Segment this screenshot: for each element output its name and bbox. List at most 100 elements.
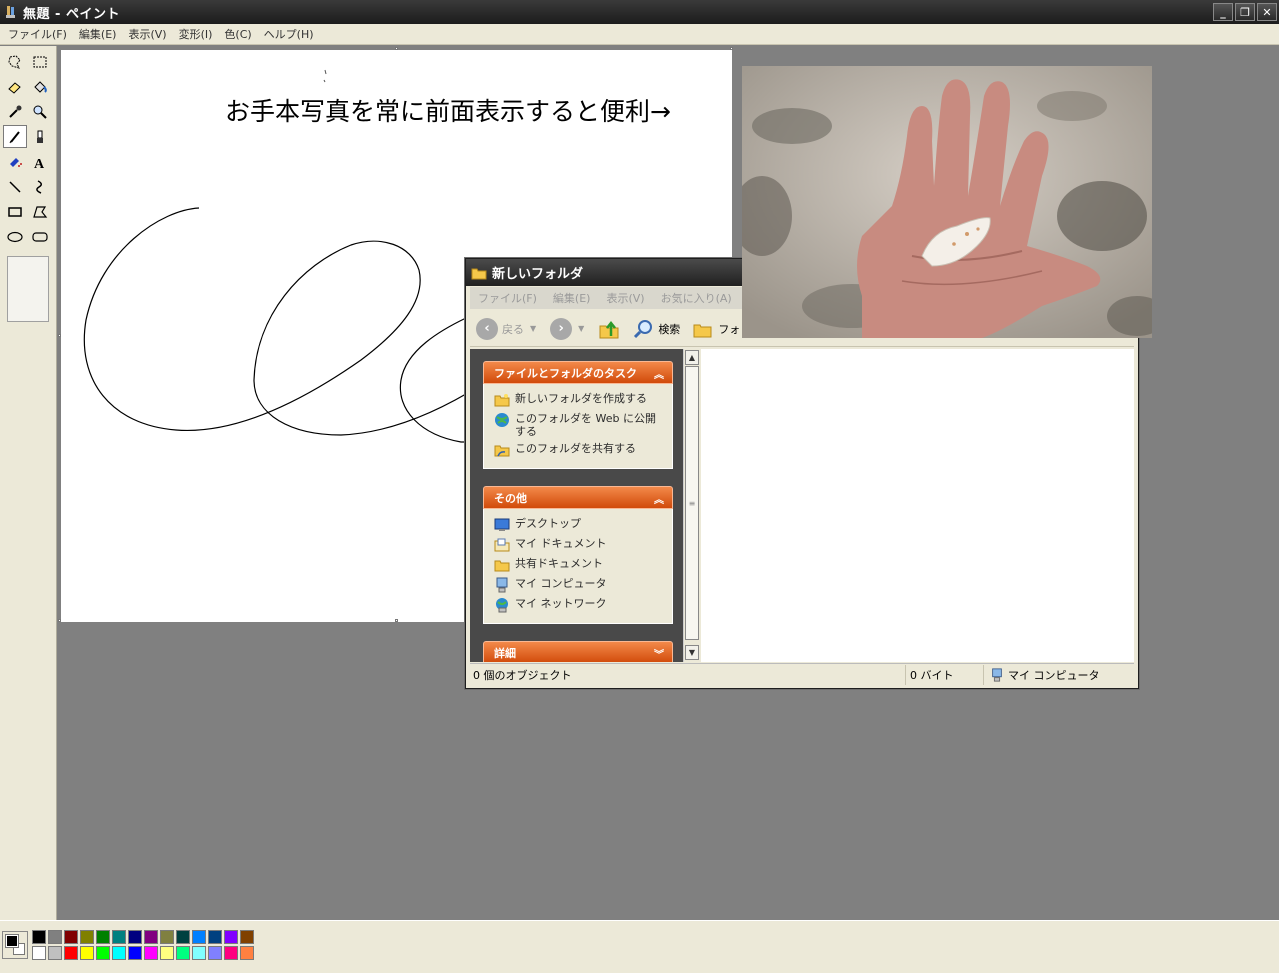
- reference-photo[interactable]: [742, 66, 1152, 338]
- shared-documents-icon: [494, 560, 510, 572]
- expand-icon[interactable]: ︾: [652, 646, 666, 661]
- palette-swatch[interactable]: [176, 930, 190, 944]
- rounded-rect-tool[interactable]: [28, 225, 52, 248]
- palette-swatch[interactable]: [240, 930, 254, 944]
- other-panel-header[interactable]: その他 ︽: [483, 486, 673, 509]
- paint-title-bar: 無題 - ペイント _ ❐ ✕: [0, 0, 1279, 24]
- scroll-up-icon[interactable]: ▲: [685, 350, 699, 365]
- current-colors[interactable]: [2, 931, 28, 959]
- polygon-tool[interactable]: [28, 200, 52, 223]
- details-panel-header[interactable]: 詳細 ︾: [483, 641, 673, 662]
- palette-swatch[interactable]: [48, 946, 62, 960]
- place-desktop[interactable]: デスクトップ: [494, 517, 666, 533]
- task-pane: ファイルとフォルダのタスク ︽ 新しいフォルダを作成する このフォルダを Web…: [470, 349, 683, 662]
- palette-swatch[interactable]: [144, 930, 158, 944]
- palette-swatch[interactable]: [96, 930, 110, 944]
- menu-edit[interactable]: 編集(E): [73, 26, 123, 42]
- resize-handle[interactable]: [730, 47, 733, 50]
- minimize-button[interactable]: _: [1213, 3, 1233, 21]
- magnifier-tool[interactable]: [28, 100, 52, 123]
- palette-swatch[interactable]: [160, 946, 174, 960]
- palette-swatch[interactable]: [208, 930, 222, 944]
- explorer-menu-file[interactable]: ファイル(F): [470, 290, 545, 306]
- forward-button[interactable]: › ▼: [550, 317, 584, 340]
- explorer-menu-view[interactable]: 表示(V): [598, 290, 652, 306]
- place-my-network[interactable]: マイ ネットワーク: [494, 597, 666, 613]
- palette-swatch[interactable]: [208, 946, 222, 960]
- tool-options-box[interactable]: [7, 256, 49, 322]
- place-shared-documents[interactable]: 共有ドキュメント: [494, 557, 666, 573]
- palette-swatch[interactable]: [32, 946, 46, 960]
- scroll-thumb[interactable]: ≡: [685, 366, 699, 640]
- search-button[interactable]: 検索: [632, 318, 680, 340]
- resize-handle[interactable]: [395, 47, 398, 50]
- palette-swatch[interactable]: [192, 930, 206, 944]
- up-folder-icon: [599, 320, 619, 338]
- text-tool[interactable]: A: [28, 150, 52, 173]
- polygon-icon: [33, 205, 48, 218]
- pencil-tool[interactable]: [3, 125, 27, 148]
- task-new-folder[interactable]: 新しいフォルダを作成する: [494, 392, 666, 408]
- menu-colors[interactable]: 色(C): [218, 26, 257, 42]
- palette-swatch[interactable]: [128, 946, 142, 960]
- explorer-menu-edit[interactable]: 編集(E): [545, 290, 599, 306]
- airbrush-tool[interactable]: [3, 150, 27, 173]
- palette-swatch[interactable]: [96, 946, 110, 960]
- file-list-pane[interactable]: [701, 349, 1134, 662]
- menu-image[interactable]: 変形(I): [173, 26, 219, 42]
- menu-view[interactable]: 表示(V): [122, 26, 172, 42]
- palette-swatch[interactable]: [176, 946, 190, 960]
- scroll-down-icon[interactable]: ▼: [685, 645, 699, 660]
- curve-tool[interactable]: [28, 175, 52, 198]
- my-documents-icon: [494, 538, 510, 552]
- explorer-menu-favorites[interactable]: お気に入り(A): [653, 290, 740, 306]
- palette-swatch[interactable]: [160, 930, 174, 944]
- eraser-tool[interactable]: [3, 75, 27, 98]
- line-tool[interactable]: [3, 175, 27, 198]
- palette-swatch[interactable]: [80, 946, 94, 960]
- palette-swatch[interactable]: [32, 930, 46, 944]
- resize-handle[interactable]: [58, 334, 61, 337]
- task-publish-web[interactable]: このフォルダを Web に公開する: [494, 412, 666, 438]
- task-pane-scrollbar[interactable]: ▲ ≡ ▼: [683, 349, 700, 662]
- resize-handle[interactable]: [395, 619, 398, 622]
- foreground-color-swatch[interactable]: [5, 934, 19, 948]
- tasks-panel-header[interactable]: ファイルとフォルダのタスク ︽: [483, 361, 673, 384]
- palette-swatch[interactable]: [224, 930, 238, 944]
- restore-button[interactable]: ❐: [1235, 3, 1255, 21]
- palette-swatch[interactable]: [80, 930, 94, 944]
- palette-swatch[interactable]: [112, 946, 126, 960]
- palette-swatch[interactable]: [64, 930, 78, 944]
- folder-icon: [471, 268, 487, 279]
- ellipse-tool[interactable]: [3, 225, 27, 248]
- pencil-icon: [9, 130, 20, 143]
- back-button[interactable]: ‹ 戻る ▼: [476, 317, 536, 340]
- folders-button[interactable]: フォ: [692, 318, 740, 340]
- palette-swatch[interactable]: [240, 946, 254, 960]
- palette-swatch[interactable]: [192, 946, 206, 960]
- palette-swatch[interactable]: [64, 946, 78, 960]
- resize-handle[interactable]: [58, 619, 61, 622]
- collapse-icon[interactable]: ︽: [652, 491, 666, 506]
- place-my-documents[interactable]: マイ ドキュメント: [494, 537, 666, 553]
- rectangle-tool[interactable]: [3, 200, 27, 223]
- up-folder-button[interactable]: [598, 318, 620, 340]
- place-my-computer[interactable]: マイ コンピュータ: [494, 577, 666, 593]
- palette-swatch[interactable]: [224, 946, 238, 960]
- palette-swatch[interactable]: [112, 930, 126, 944]
- fill-tool[interactable]: [28, 75, 52, 98]
- brush-tool[interactable]: [28, 125, 52, 148]
- palette-swatch[interactable]: [144, 946, 158, 960]
- palette-swatch[interactable]: [48, 930, 62, 944]
- menu-help[interactable]: ヘルプ(H): [258, 26, 320, 42]
- task-share-folder[interactable]: このフォルダを共有する: [494, 442, 666, 458]
- free-select-tool[interactable]: [3, 50, 27, 73]
- status-location: マイ コンピュータ: [984, 665, 1134, 685]
- palette-swatch[interactable]: [128, 930, 142, 944]
- color-picker-tool[interactable]: [3, 100, 27, 123]
- close-button[interactable]: ✕: [1257, 3, 1277, 21]
- menu-file[interactable]: ファイル(F): [2, 26, 73, 42]
- collapse-icon[interactable]: ︽: [652, 366, 666, 381]
- rect-select-tool[interactable]: [28, 50, 52, 73]
- color-palette-bar: [0, 920, 1279, 973]
